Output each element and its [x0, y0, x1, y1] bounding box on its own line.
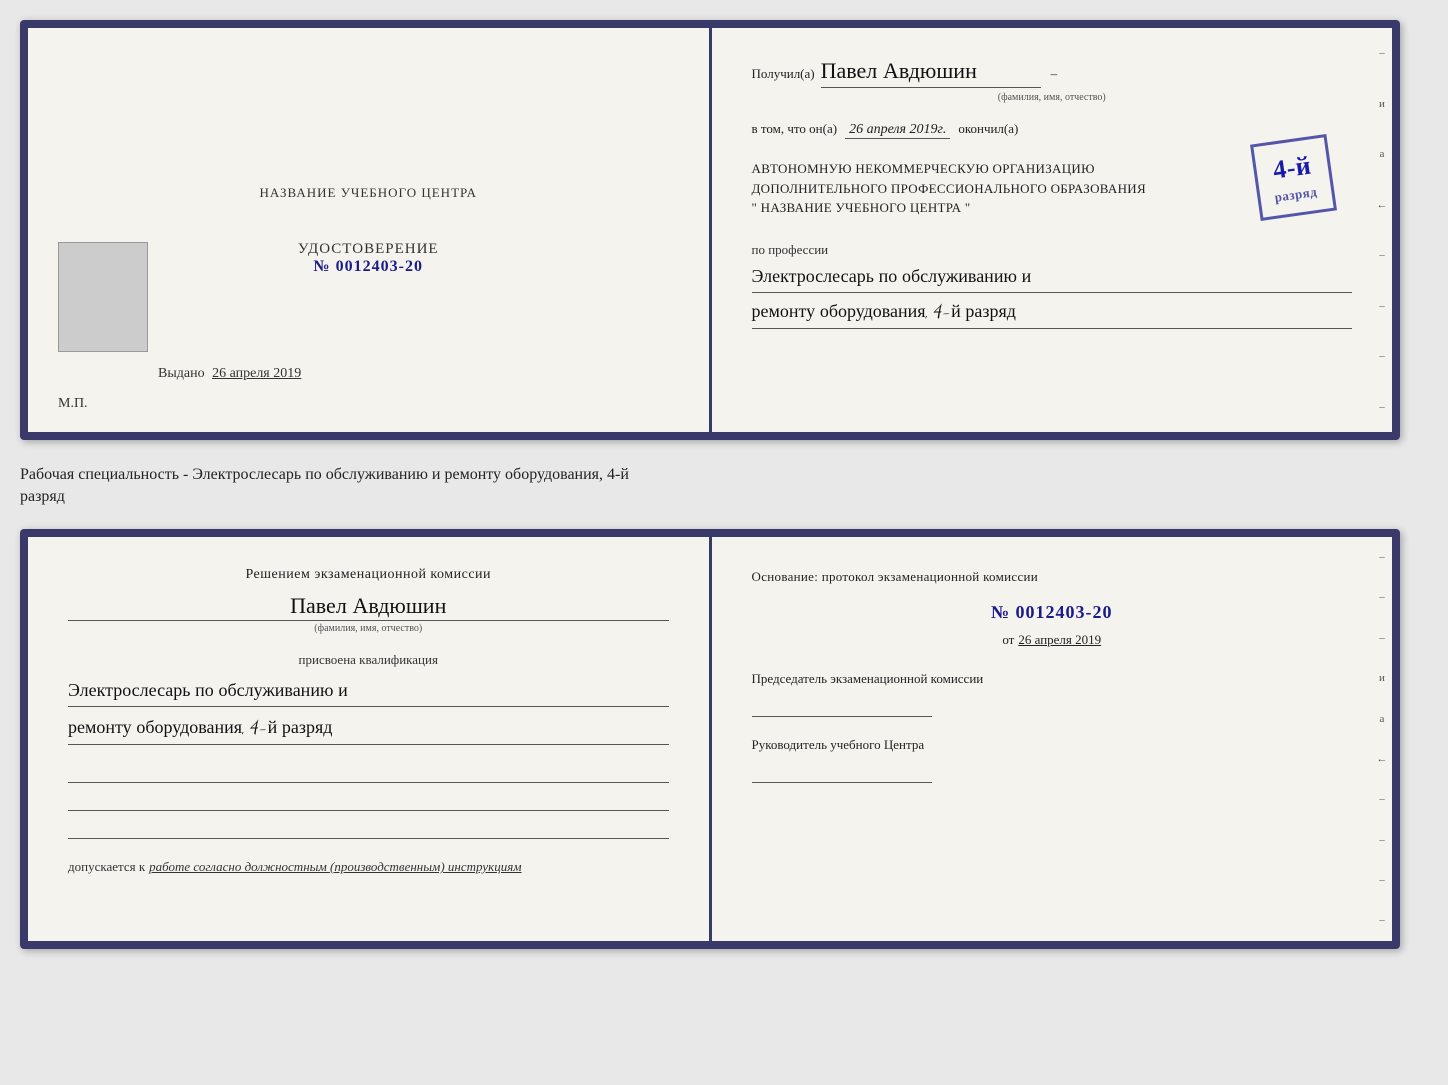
rukovoditel-block: Руководитель учебного Центра [752, 737, 1353, 783]
prof-line1: Электрослесарь по обслуживанию и [752, 262, 1353, 294]
bottom-fio-small: (фамилия, имя, отчество) [68, 623, 669, 634]
bottom-name: Павел Авдюшин [68, 593, 669, 621]
vtom-label: в том, что он(а) [752, 121, 838, 137]
kvalif-line1: Электрослесарь по обслуживанию и [68, 676, 669, 708]
po-professii-label: по профессии [752, 242, 1353, 258]
ot-block: от 26 апреля 2019 [752, 630, 1353, 651]
separator-line2: разряд [20, 486, 1428, 508]
center-title: НАЗВАНИЕ УЧЕБНОГО ЦЕНТРА [260, 185, 477, 201]
dopuskaetsya-block: допускается к работе согласно должностны… [68, 859, 669, 875]
rukovoditel-label: Руководитель учебного Центра [752, 737, 1353, 753]
bottom-right-panel: Основание: протокол экзаменационной коми… [712, 537, 1393, 941]
vtom-block: в том, что он(а) 26 апреля 2019г. окончи… [752, 121, 1353, 139]
vydano-block: Выдано 26 апреля 2019 [158, 366, 301, 382]
right-binding-marks: – и а ← – – – – [1372, 28, 1392, 432]
photo-placeholder [58, 242, 148, 352]
predsedatel-block: Председатель экзаменационной комиссии [752, 671, 1353, 717]
dash-label: – [1051, 66, 1058, 82]
prof-line2: ремонту оборудования, 4-й разряд [752, 297, 1353, 329]
right-marks-bottom: – – – и а ← – – – – [1372, 537, 1392, 941]
poluchil-line: Получил(а) Павел Авдюшин – [752, 58, 1353, 88]
bottom-line-3 [68, 817, 669, 839]
kvalif-line2: ремонту оборудования, 4-й разряд [68, 713, 669, 745]
stamp-block: 4-й разряд АВТОНОМНУЮ НЕКОММЕРЧЕСКУЮ ОРГ… [752, 149, 1353, 228]
resheniem-title: Решением экзаменационной комиссии [68, 567, 669, 583]
recipient-name: Павел Авдюшин [821, 58, 1041, 88]
bottom-lines [68, 761, 669, 839]
predsedatel-label: Председатель экзаменационной комиссии [752, 671, 1353, 687]
bottom-certificate: Решением экзаменационной комиссии Павел … [20, 529, 1400, 949]
prisvoena-label: присвоена квалификация [68, 652, 669, 668]
page-wrapper: НАЗВАНИЕ УЧЕБНОГО ЦЕНТРА УДОСТОВЕРЕНИЕ №… [20, 20, 1428, 949]
poluchil-label: Получил(а) [752, 66, 815, 82]
udostoverenie-number: № 0012403-20 [298, 258, 439, 276]
dopusk-prefix: допускается к [68, 859, 145, 875]
po-professii-block: по профессии Электрослесарь по обслужива… [752, 242, 1353, 329]
udostoverenie-label: УДОСТОВЕРЕНИЕ [298, 241, 439, 258]
osnovanie-title: Основание: протокол экзаменационной коми… [752, 567, 1353, 588]
rukovoditel-signature [752, 761, 932, 783]
bottom-line-1 [68, 761, 669, 783]
dopusk-italic: работе согласно должностным (производств… [149, 859, 521, 875]
bottom-left-panel: Решением экзаменационной комиссии Павел … [28, 537, 712, 941]
vydano-date: 26 апреля 2019 [212, 366, 301, 381]
top-certificate: НАЗВАНИЕ УЧЕБНОГО ЦЕНТРА УДОСТОВЕРЕНИЕ №… [20, 20, 1400, 440]
bottom-line-2 [68, 789, 669, 811]
vydano-label: Выдано [158, 366, 205, 381]
stamp-overlay: 4-й разряд [1250, 134, 1337, 221]
top-right-panel: Получил(а) Павел Авдюшин – (фамилия, имя… [712, 28, 1393, 432]
top-left-panel: НАЗВАНИЕ УЧЕБНОГО ЦЕНТРА УДОСТОВЕРЕНИЕ №… [28, 28, 712, 432]
okonchil-label: окончил(а) [958, 121, 1018, 137]
mp-label: М.П. [58, 396, 88, 412]
separator-text: Рабочая специальность - Электрослесарь п… [20, 456, 1428, 509]
stamp-number: 4-й [1269, 147, 1316, 189]
fio-small-label: (фамилия, имя, отчество) [752, 92, 1353, 103]
separator-line1: Рабочая специальность - Электрослесарь п… [20, 464, 1428, 486]
predsedatel-signature [752, 695, 932, 717]
osnovanie-block: Основание: протокол экзаменационной коми… [752, 567, 1353, 651]
protocol-number: № 0012403-20 [752, 598, 1353, 627]
completion-date: 26 апреля 2019г. [845, 122, 950, 139]
ot-label: от [1002, 630, 1014, 651]
udostoverenie-block: УДОСТОВЕРЕНИЕ № 0012403-20 [298, 241, 439, 276]
ot-date: 26 апреля 2019 [1018, 630, 1101, 651]
